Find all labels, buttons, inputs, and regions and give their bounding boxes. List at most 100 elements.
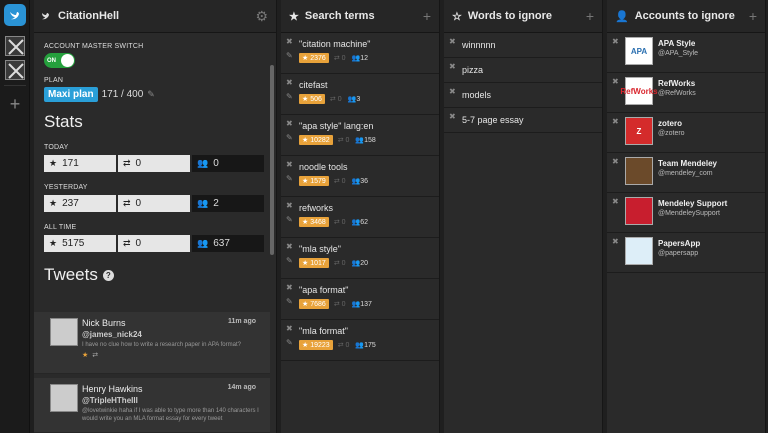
help-icon[interactable]: ? (102, 269, 114, 281)
retweet-icon[interactable]: ⇄ (92, 352, 98, 359)
star-count-badge: ★ 506 (299, 94, 325, 104)
edit-pencil-icon[interactable]: ✎ (286, 215, 293, 224)
ignored-account-item[interactable]: ✖ Zzotero @zotero (607, 113, 765, 153)
search-terms-header: ★ Search terms + (281, 0, 439, 33)
stat-stars: ★ 237 (44, 195, 116, 212)
user-count: 👥158 (355, 137, 376, 144)
add-account-icon[interactable]: + (7, 95, 23, 113)
remove-icon[interactable]: ✖ (612, 157, 619, 166)
account-column-header: CitationHell ⚙ (34, 0, 276, 33)
gear-icon[interactable]: ⚙ (255, 8, 268, 25)
stat-stars: ★ 5175 (44, 235, 116, 252)
star-count-badge: ★ 1017 (299, 258, 329, 268)
star-icon[interactable]: ★ (82, 352, 88, 359)
plan-badge[interactable]: Maxi plan (44, 87, 98, 102)
add-term-icon[interactable]: + (423, 8, 431, 24)
remove-icon[interactable]: ✖ (449, 112, 456, 121)
tweet-actions: ★ ⇄ (82, 351, 262, 359)
search-term-item[interactable]: ✖ ✎ "citation machine" ★ 2376 ⇄ 0 👥12 (281, 33, 439, 74)
search-term-item[interactable]: ✖ ✎ "apa format" ★ 7686 ⇄ 0 👥137 (281, 279, 439, 320)
ignored-word-item[interactable]: ✖ models (444, 83, 602, 108)
accounts-to-ignore-column: 👤 Accounts to ignore + ✖ APA APA Style @APA… (607, 0, 766, 433)
edit-pencil-icon[interactable]: ✎ (286, 92, 293, 101)
account-avatar[interactable] (5, 60, 25, 80)
ignored-account-item[interactable]: ✖ Team Mendeley @mendeley_com (607, 153, 765, 193)
edit-pencil-icon[interactable]: ✎ (286, 174, 293, 183)
app-logo-icon[interactable] (4, 4, 26, 26)
user-value: 137 (360, 301, 372, 308)
star-count: 3468 (310, 219, 326, 226)
plan-row: Maxi plan 171 / 400 ✎ (44, 87, 266, 102)
master-switch-label: ACCOUNT MASTER SWITCH (44, 43, 144, 50)
remove-icon[interactable]: ✖ (286, 242, 293, 251)
search-term-item[interactable]: ✖ ✎ "mla style" ★ 1017 ⇄ 0 👥20 (281, 238, 439, 279)
ignored-account-item[interactable]: ✖ PapersApp @papersapp (607, 233, 765, 273)
tweet-handle[interactable]: @james_nick24 (82, 330, 262, 339)
remove-icon[interactable]: ✖ (286, 37, 293, 46)
remove-icon[interactable]: ✖ (286, 119, 293, 128)
search-term-text: citefast (299, 80, 328, 90)
remove-icon[interactable]: ✖ (612, 37, 619, 46)
search-term-item[interactable]: ✖ ✎ "mla format" ★ 19223 ⇄ 0 👥175 (281, 320, 439, 361)
ignored-word-item[interactable]: ✖ pizza (444, 58, 602, 83)
remove-icon[interactable]: ✖ (449, 87, 456, 96)
search-term-item[interactable]: ✖ ✎ "apa style" lang:en ★ 10282 ⇄ 0 👥158 (281, 115, 439, 156)
account-avatar[interactable] (5, 36, 25, 56)
ignored-word: winnnnn (462, 40, 496, 50)
plan-label: PLAN (44, 77, 64, 84)
stat-retweets: ⇄ 0 (118, 195, 190, 212)
star-count: 10282 (310, 137, 330, 144)
remove-icon[interactable]: ✖ (449, 62, 456, 71)
remove-icon[interactable]: ✖ (286, 160, 293, 169)
account-logo (625, 197, 653, 225)
remove-icon[interactable]: ✖ (612, 117, 619, 126)
search-term-item[interactable]: ✖ ✎ noodle tools ★ 1579 ⇄ 0 👥36 (281, 156, 439, 197)
ignored-word-item[interactable]: ✖ 5-7 page essay (444, 108, 602, 133)
remove-icon[interactable]: ✖ (286, 201, 293, 210)
stat-value: 0 (213, 158, 219, 169)
tweet-item[interactable]: Nick Burns @james_nick24 I have no clue … (34, 312, 270, 374)
remove-icon[interactable]: ✖ (612, 197, 619, 206)
account-name: Mendeley Support (658, 199, 728, 208)
retweet-count: ⇄ 0 (333, 301, 346, 308)
user-count: 👥20 (351, 260, 369, 267)
remove-icon[interactable]: ✖ (286, 78, 293, 87)
add-word-icon[interactable]: + (586, 8, 594, 24)
search-term-item[interactable]: ✖ ✎ citefast ★ 506 ⇄ 0 👥3 (281, 74, 439, 115)
scrollbar[interactable] (270, 65, 274, 255)
star-count: 1017 (310, 260, 326, 267)
account-handle: @papersapp (658, 250, 699, 257)
remove-icon[interactable]: ✖ (449, 37, 456, 46)
ignored-account-item[interactable]: ✖ APA APA Style @APA_Style (607, 33, 765, 73)
tweets-title: Tweets ? (44, 265, 266, 285)
edit-pencil-icon[interactable]: ✎ (286, 51, 293, 60)
edit-pencil-icon[interactable]: ✎ (286, 256, 293, 265)
edit-pencil-icon[interactable]: ✎ (286, 297, 293, 306)
star-count-badge: ★ 10282 (299, 135, 333, 145)
user-value: 3 (356, 96, 361, 103)
remove-icon[interactable]: ✖ (612, 237, 619, 246)
tweets-heading: Tweets (44, 265, 98, 284)
remove-icon[interactable]: ✖ (286, 324, 293, 333)
stat-followers: 👥 637 (192, 235, 264, 252)
term-stats: ★ 10282 ⇄ 0 👥158 (299, 135, 431, 145)
user-value: 36 (360, 178, 369, 185)
words-to-ignore-header: ☆ Words to ignore + (444, 0, 602, 33)
search-term-item[interactable]: ✖ ✎ refworks ★ 3468 ⇄ 0 👥62 (281, 197, 439, 238)
ignored-account-item[interactable]: ✖ RefWorks RefWorks @RefWorks (607, 73, 765, 113)
edit-pencil-icon[interactable]: ✎ (286, 133, 293, 142)
stat-value: 237 (62, 198, 79, 209)
tweet-handle[interactable]: @TripleHTheIII (82, 396, 262, 405)
edit-pencil-icon[interactable]: ✎ (286, 338, 293, 347)
add-account-icon[interactable]: + (749, 8, 757, 24)
stat-value: 5175 (62, 238, 85, 249)
tweet-item[interactable]: Henry Hawkins @TripleHTheIII @lovetwinki… (34, 378, 270, 433)
avatar (50, 384, 78, 412)
edit-pencil-icon[interactable]: ✎ (147, 89, 155, 100)
master-switch-toggle[interactable]: ON (44, 53, 75, 68)
ignored-word-item[interactable]: ✖ winnnnn (444, 33, 602, 58)
remove-icon[interactable]: ✖ (612, 77, 619, 86)
remove-icon[interactable]: ✖ (286, 283, 293, 292)
ignored-account-item[interactable]: ✖ Mendeley Support @MendeleySupport (607, 193, 765, 233)
star-count: 7686 (310, 301, 326, 308)
